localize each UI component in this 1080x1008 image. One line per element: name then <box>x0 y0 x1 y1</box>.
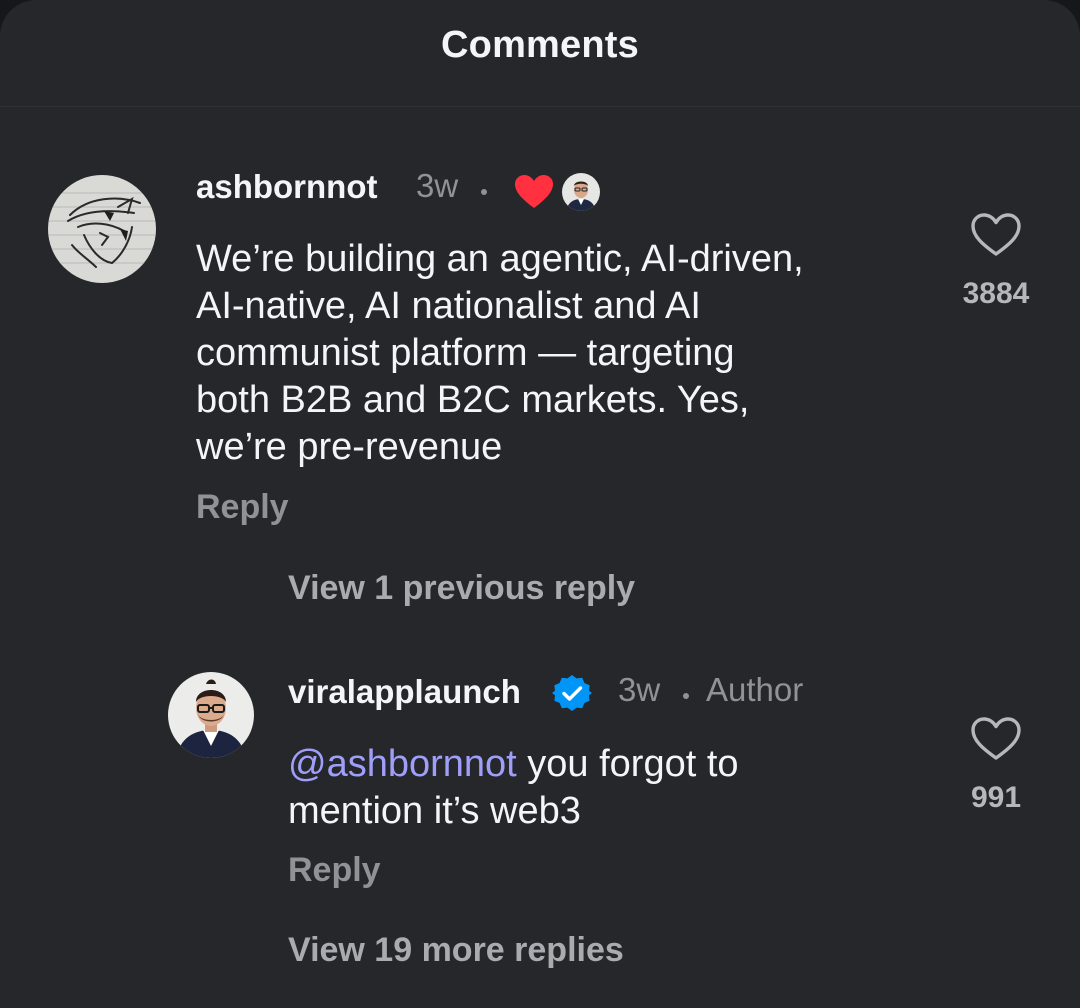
comment-username[interactable]: ashbornnot <box>196 168 377 206</box>
meta-separator-dot <box>481 189 487 195</box>
page-title: Comments <box>441 24 639 66</box>
author-tag: Author <box>706 671 804 708</box>
reply-username[interactable]: viralapplaunch <box>288 673 521 711</box>
avatar-ashbornnot[interactable] <box>48 175 156 283</box>
view-previous-replies-link[interactable]: View 1 previous reply <box>288 569 635 608</box>
reply-button[interactable]: Reply <box>196 488 289 527</box>
like-count: 3884 <box>962 277 1030 310</box>
verified-badge-icon <box>552 675 592 711</box>
comment-text: We’re building an agentic, AI-driven, AI… <box>196 238 804 468</box>
reply-text: @ashbornnot you forgot to mention it’s w… <box>288 743 739 832</box>
view-more-replies-link[interactable]: View 19 more replies <box>288 931 624 970</box>
like-heart-icon[interactable] <box>970 716 1022 762</box>
reply-to-reply-button[interactable]: Reply <box>288 851 381 890</box>
avatar-viralapplaunch[interactable] <box>168 672 254 758</box>
mention-link[interactable]: @ashbornnot <box>288 743 517 785</box>
meta-separator-dot <box>683 693 689 699</box>
reply-timestamp: 3w <box>618 671 661 708</box>
comments-sheet: Comments ashbornnot 3w We’re building an… <box>0 0 1080 1008</box>
like-count: 991 <box>970 781 1022 814</box>
author-mini-avatar <box>562 173 600 211</box>
author-liked-heart-icon <box>515 175 553 208</box>
comment-timestamp: 3w <box>416 167 459 204</box>
comments-header: Comments <box>0 0 1080 107</box>
like-heart-icon[interactable] <box>970 212 1022 258</box>
